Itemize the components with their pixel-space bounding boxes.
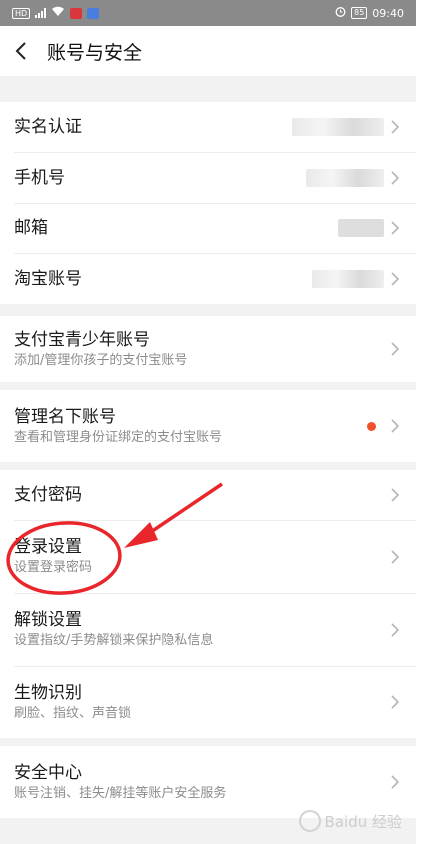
row-label: 生物识别 bbox=[14, 682, 82, 703]
row-label: 支付密码 bbox=[14, 485, 82, 505]
row-label: 邮箱 bbox=[14, 218, 48, 238]
baidu-paw-icon bbox=[298, 810, 321, 832]
status-bar: HD 85 09:40 bbox=[0, 0, 416, 26]
row-subtitle: 账号注销、挂失/解挂等账户安全服务 bbox=[14, 785, 227, 801]
account-info-group: 实名认证 手机号 邮箱 淘宝账号 bbox=[0, 102, 416, 304]
hd-icon: HD bbox=[12, 7, 31, 19]
linked-accounts-group: 管理名下账号 查看和管理身份证绑定的支付宝账号 bbox=[0, 390, 416, 462]
page-title: 账号与安全 bbox=[47, 41, 143, 64]
nav-bar: 账号与安全 bbox=[0, 26, 416, 76]
row-real-name[interactable]: 实名认证 bbox=[0, 102, 416, 152]
row-subtitle: 查看和管理身份证绑定的支付宝账号 bbox=[14, 429, 223, 445]
row-phone[interactable]: 手机号 bbox=[0, 152, 416, 203]
teen-account-group: 支付宝青少年账号 添加/管理你孩子的支付宝账号 bbox=[0, 316, 416, 382]
row-payment-password[interactable]: 支付密码 bbox=[0, 470, 416, 520]
chevron-right-icon bbox=[391, 488, 400, 502]
row-label: 安全中心 bbox=[14, 762, 82, 783]
app-notification-icon-2 bbox=[87, 7, 100, 19]
row-subtitle: 设置登录密码 bbox=[14, 560, 93, 575]
chevron-right-icon bbox=[391, 120, 400, 134]
back-button[interactable] bbox=[14, 39, 38, 63]
masked-value bbox=[312, 269, 384, 288]
chevron-right-icon bbox=[391, 221, 400, 235]
row-label: 手机号 bbox=[14, 167, 65, 188]
row-taobao[interactable]: 淘宝账号 bbox=[0, 253, 416, 304]
watermark-text: Baidu 经验 bbox=[324, 812, 402, 831]
chevron-right-icon bbox=[391, 271, 400, 286]
row-manage-accounts[interactable]: 管理名下账号 查看和管理身份证绑定的支付宝账号 bbox=[0, 390, 416, 462]
row-label: 淘宝账号 bbox=[14, 268, 82, 289]
row-label: 解锁设置 bbox=[14, 610, 82, 630]
security-settings-group: 支付密码 登录设置 设置登录密码 解锁设置 设置指纹/手势解锁来保护隐私信息 生… bbox=[0, 470, 416, 738]
chevron-right-icon bbox=[391, 695, 400, 709]
signal-icon bbox=[35, 8, 47, 18]
masked-value bbox=[338, 219, 384, 237]
chevron-right-icon bbox=[391, 170, 400, 185]
row-subtitle: 添加/管理你孩子的支付宝账号 bbox=[14, 352, 188, 368]
watermark: Baidu 经验 bbox=[298, 810, 402, 832]
status-icons-left: HD bbox=[12, 6, 100, 20]
masked-value bbox=[306, 168, 384, 187]
chevron-right-icon bbox=[391, 342, 400, 356]
row-unlock-settings[interactable]: 解锁设置 设置指纹/手势解锁来保护隐私信息 bbox=[0, 593, 416, 666]
chevron-right-icon bbox=[391, 419, 400, 433]
row-biometrics[interactable]: 生物识别 刷脸、指纹、声音锁 bbox=[0, 666, 416, 738]
chevron-left-icon bbox=[15, 42, 26, 60]
clock: 09:40 bbox=[372, 6, 404, 20]
row-label: 登录设置 bbox=[14, 537, 82, 557]
row-security-center[interactable]: 安全中心 账号注销、挂失/解挂等账户安全服务 bbox=[0, 746, 416, 818]
app-notification-icon bbox=[70, 7, 83, 19]
row-subtitle: 设置指纹/手势解锁来保护隐私信息 bbox=[14, 633, 214, 648]
row-teen-account[interactable]: 支付宝青少年账号 添加/管理你孩子的支付宝账号 bbox=[0, 316, 416, 382]
row-login-settings[interactable]: 登录设置 设置登录密码 bbox=[0, 520, 416, 593]
row-label: 支付宝青少年账号 bbox=[14, 329, 150, 350]
notification-dot bbox=[367, 421, 376, 431]
battery-icon: 85 bbox=[351, 7, 368, 19]
chevron-right-icon bbox=[391, 622, 400, 637]
chevron-right-icon bbox=[391, 549, 400, 564]
row-label: 实名认证 bbox=[14, 117, 82, 137]
alarm-icon bbox=[335, 6, 346, 20]
status-icons-right: 85 09:40 bbox=[335, 6, 404, 20]
row-subtitle: 刷脸、指纹、声音锁 bbox=[14, 705, 132, 721]
row-label: 管理名下账号 bbox=[14, 406, 116, 427]
masked-value bbox=[292, 118, 384, 136]
row-email[interactable]: 邮箱 bbox=[0, 203, 416, 253]
security-center-group: 安全中心 账号注销、挂失/解挂等账户安全服务 bbox=[0, 746, 416, 818]
wifi-icon bbox=[51, 6, 65, 20]
app-screen: HD 85 09:40 账号与安全 实名认证 手机号 邮箱 淘宝账号 支付宝青少… bbox=[0, 0, 416, 844]
chevron-right-icon bbox=[391, 775, 400, 789]
